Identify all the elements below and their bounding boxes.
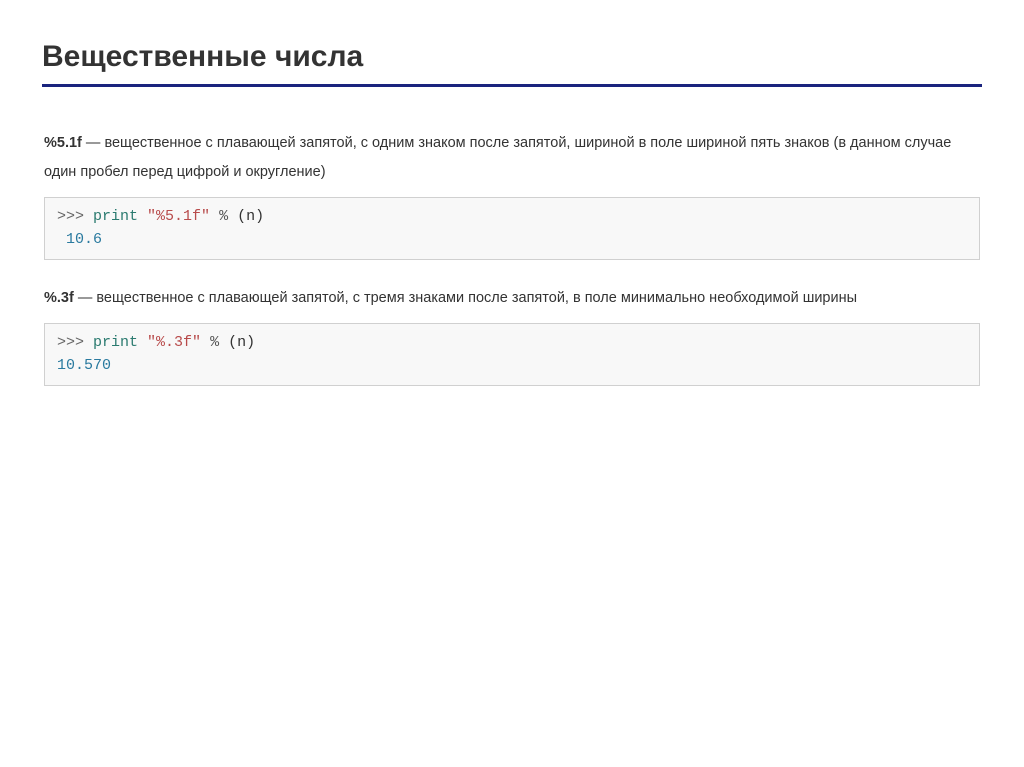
description-2: %.3f — вещественное с плавающей запятой,… — [44, 284, 980, 313]
desc-text-2: — вещественное с плавающей запятой, с тр… — [74, 290, 857, 306]
code-block-1: >>> print "%5.1f" % (n) 10.6 — [44, 197, 980, 260]
content-area: %5.1f — вещественное с плавающей запятой… — [42, 129, 982, 386]
code-operator-1: % — [210, 208, 237, 225]
code-output-2: 10.570 — [57, 357, 111, 374]
format-spec-1: %5.1f — [44, 135, 82, 151]
code-output-1: 10.6 — [57, 231, 102, 248]
code-args-1: (n) — [237, 208, 264, 225]
code-keyword-1: print — [93, 208, 138, 225]
code-operator-2: % — [201, 334, 228, 351]
code-args-2: (n) — [228, 334, 255, 351]
code-string-2: "%.3f" — [147, 334, 201, 351]
code-keyword-2: print — [93, 334, 138, 351]
description-1: %5.1f — вещественное с плавающей запятой… — [44, 129, 980, 187]
format-spec-2: %.3f — [44, 290, 74, 306]
page-title: Вещественные числа — [42, 40, 982, 87]
code-block-2: >>> print "%.3f" % (n) 10.570 — [44, 323, 980, 386]
desc-text-1: — вещественное с плавающей запятой, с од… — [44, 135, 951, 180]
code-string-1: "%5.1f" — [147, 208, 210, 225]
code-prompt-1: >>> — [57, 208, 93, 225]
code-prompt-2: >>> — [57, 334, 93, 351]
